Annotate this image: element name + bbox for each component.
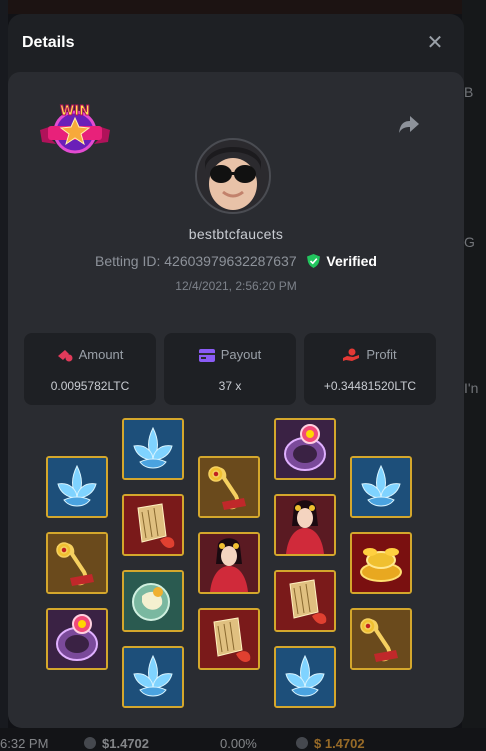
modal-title: Details <box>22 34 75 51</box>
betting-id-value: 42603979632287637 <box>164 253 297 269</box>
stat-label: Profit <box>366 347 397 362</box>
slot-symbol-lute <box>198 608 260 670</box>
slot-symbol-lotus <box>122 646 184 708</box>
stat-value: 37 x <box>218 379 242 393</box>
stat-amount: Amount 0.0095782LTC <box>24 333 156 405</box>
stat-label: Amount <box>78 347 124 362</box>
coins-icon <box>57 350 73 362</box>
win-badge-icon: WIN <box>40 104 110 154</box>
user-photo <box>197 140 269 212</box>
slot-symbol-ring <box>46 608 108 670</box>
slot-symbol-dancer <box>198 532 260 594</box>
bet-details-modal: Details ✕ WIN bestbtcfaucets Betting ID:… <box>8 14 464 728</box>
slot-symbol-scroll <box>198 456 260 518</box>
bet-date: 12/4/2021, 2:56:20 PM <box>175 279 297 293</box>
slot-symbol-lotus <box>274 646 336 708</box>
hand-coin-icon <box>343 348 360 361</box>
slot-symbol-jade <box>122 570 184 632</box>
win-badge-text: WIN <box>60 104 90 119</box>
slot-symbol-lotus <box>350 456 412 518</box>
card-icon <box>198 349 215 362</box>
avatar[interactable] <box>195 138 271 214</box>
stat-value: +0.34481520LTC <box>323 379 417 393</box>
slot-symbol-lute <box>122 494 184 556</box>
close-icon[interactable]: ✕ <box>426 33 444 53</box>
verified-shield-icon <box>306 254 320 268</box>
slot-symbol-lotus <box>122 418 184 480</box>
stat-label: Payout <box>220 347 262 362</box>
bet-details-card: WIN bestbtcfaucets Betting ID: 426039796… <box>8 72 464 728</box>
slot-symbol-lute <box>274 570 336 632</box>
verified-label: Verified <box>326 253 377 269</box>
slot-symbol-lotus <box>46 456 108 518</box>
stat-value: 0.0095782LTC <box>50 379 130 393</box>
stat-payout: Payout 37 x <box>164 333 296 405</box>
slot-symbol-ring <box>274 418 336 480</box>
betting-id-line: Betting ID: 42603979632287637 Verified <box>8 253 464 269</box>
slot-symbol-dancer <box>274 494 336 556</box>
stat-profit: Profit +0.34481520LTC <box>304 333 436 405</box>
betting-id-label: Betting ID: <box>94 253 161 269</box>
slot-symbol-scroll <box>350 608 412 670</box>
slot-symbol-gold <box>350 532 412 594</box>
slot-symbol-scroll <box>46 532 108 594</box>
username: bestbtcfaucets <box>188 226 284 242</box>
share-icon[interactable] <box>398 114 420 134</box>
